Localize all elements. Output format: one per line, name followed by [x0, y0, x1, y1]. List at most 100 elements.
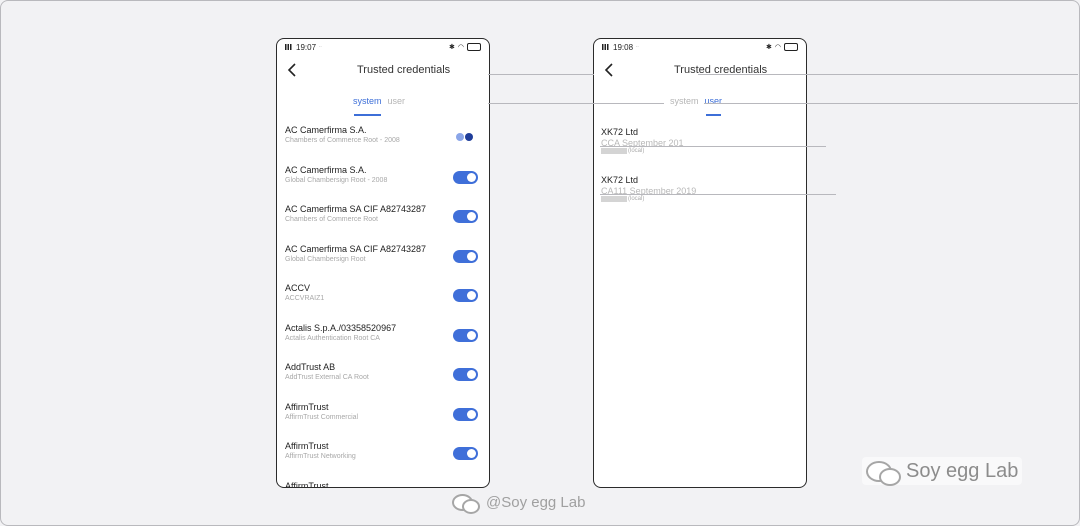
certificate-row[interactable]: AffirmTrust AffirmTrust Networking [285, 441, 481, 481]
certificate-issuer: AC Camerfirma SA CIF A82743287 [285, 243, 427, 254]
redacted-block [601, 196, 627, 202]
certificate-issuer: AC Camerfirma SA CIF A82743287 [285, 204, 427, 214]
toggle-knob [467, 172, 476, 182]
page-title: Trusted credentials [357, 64, 451, 76]
toggle-knob [467, 251, 476, 261]
user-certificate-row[interactable]: XK72 Ltd CCA September 201 (local) [601, 127, 798, 175]
loading-dot-icon [456, 133, 464, 141]
status-bar: 19:07 ·· ✱ ◠ [285, 42, 481, 52]
certificate-issuer: XK72 Ltd [601, 175, 639, 185]
enable-toggle[interactable] [453, 368, 478, 381]
certificate-row[interactable]: Actalis S.p.A./03358520967 Actalis Authen… [285, 323, 481, 363]
certificate-issuer: XK72 Ltd [601, 127, 639, 137]
certificate-issuer: AffirmTrust [285, 480, 329, 488]
certificate-issuer: AffirmTrust [285, 401, 329, 412]
location-label: (local) [628, 148, 645, 154]
certificate-subject: AffirmTrust Networking [285, 453, 356, 460]
toggle-knob [467, 330, 476, 340]
network-speed-icon: ·· [636, 44, 639, 49]
certificate-subject: Global Chambersign Root [285, 255, 366, 263]
guide-line [488, 74, 594, 75]
certificate-location: (local) [601, 196, 798, 202]
enable-toggle[interactable] [453, 486, 478, 487]
certificate-issuer: AC Camerfirma S.A. [285, 164, 367, 175]
tab-user[interactable]: user [705, 96, 722, 116]
tab-system[interactable]: system [353, 96, 382, 116]
tab-user[interactable]: user [388, 96, 406, 112]
certificate-subject: Chambers of Commerce Root - 2008 [285, 137, 400, 144]
certificate-issuer: ACCV [285, 283, 311, 293]
certificate-subject: ACCVRAIZ1 [285, 295, 325, 302]
certificate-location: (local) [601, 148, 798, 154]
certificate-subject: Global Chambersign Root - 2008 [285, 176, 388, 184]
outer-frame [0, 0, 1080, 526]
certificate-list: AC Camerfirma S.A. Chambers of Commerce R… [285, 125, 481, 488]
battery-icon [784, 43, 798, 51]
status-time: 19:07 [296, 42, 317, 52]
guide-line [488, 103, 664, 104]
chevron-left-icon [287, 63, 296, 77]
enable-toggle[interactable] [453, 447, 478, 460]
toggle-knob [467, 291, 476, 300]
wifi-icon: ◠ [457, 44, 464, 51]
back-button[interactable] [604, 63, 618, 79]
certificate-row[interactable]: AffirmTrust [285, 480, 481, 488]
tab-bar: system user [670, 96, 722, 116]
certificate-issuer: AC Camerfirma S.A. [285, 125, 367, 135]
battery-icon [467, 43, 481, 51]
guide-line [698, 74, 1078, 75]
redacted-block [601, 148, 627, 154]
enable-toggle[interactable] [453, 170, 478, 184]
toggle-knob [467, 212, 476, 221]
loading-toggle[interactable] [453, 131, 478, 144]
location-label: (local) [628, 196, 645, 202]
status-bar: 19:08 ·· ✱ ◠ [602, 42, 798, 52]
enable-toggle[interactable] [453, 407, 478, 421]
toggle-knob [467, 409, 476, 419]
left-phone-screen: 19:07 ·· ✱ ◠ Trusted credentials system … [276, 38, 490, 488]
bluetooth-icon: ✱ [766, 44, 772, 51]
wifi-icon: ◠ [774, 44, 781, 51]
wechat-icon [452, 492, 480, 514]
guide-line [600, 194, 836, 195]
network-speed-icon: ·· [319, 44, 322, 49]
certificate-subject: AffirmTrust Commercial [285, 413, 359, 421]
user-certificate-list: XK72 Ltd CCA September 201 (local) XK72 Ltd… [601, 127, 798, 223]
toggle-knob [467, 449, 476, 458]
guide-line [600, 146, 826, 147]
bluetooth-icon: ✱ [449, 44, 455, 51]
enable-toggle[interactable] [453, 289, 478, 302]
chevron-left-icon [604, 63, 613, 77]
enable-toggle[interactable] [453, 210, 478, 223]
toggle-knob [467, 370, 476, 379]
enable-toggle[interactable] [453, 328, 478, 342]
certificate-issuer: AffirmTrust [285, 441, 329, 451]
tab-bar: system user [353, 96, 406, 116]
status-time: 19:08 [613, 42, 634, 52]
watermark-bottom: @Soy egg Lab [452, 492, 586, 514]
certificate-subject: Chambers of Commerce Root [285, 216, 378, 223]
enable-toggle[interactable] [453, 249, 478, 263]
certificate-issuer: Actalis S.p.A./03358520967 [285, 322, 397, 333]
certificate-row[interactable]: AddTrust AB AddTrust External CA Root [285, 362, 481, 402]
watermark-right: Soy egg Lab [862, 457, 1023, 486]
user-certificate-row[interactable]: XK72 Ltd CA111 September 2019 (local) [601, 175, 798, 223]
certificate-row[interactable]: AC Camerfirma S.A. Chambers of Commerce R… [285, 125, 481, 165]
certificate-row[interactable]: AffirmTrust AffirmTrust Commercial [285, 402, 481, 442]
certificate-row[interactable]: AC Camerfirma SA CIF A82743287 Global Cha… [285, 244, 481, 284]
watermark-text: Soy egg Lab [906, 459, 1019, 482]
certificate-row[interactable]: AC Camerfirma S.A. Global Chambersign Roo… [285, 165, 481, 205]
certificate-subject: Actalis Authentication Root CA [285, 334, 380, 342]
certificate-row[interactable]: AC Camerfirma SA CIF A82743287 Chambers o… [285, 204, 481, 244]
back-button[interactable] [287, 63, 301, 79]
tab-system[interactable]: system [670, 96, 699, 112]
wechat-icon [866, 459, 901, 486]
loading-dot-icon [465, 133, 473, 141]
watermark-text: @Soy egg Lab [486, 493, 586, 511]
right-phone-screen: 19:08 ·· ✱ ◠ Trusted credentials system … [593, 38, 807, 488]
signal-icon [285, 44, 293, 50]
certificate-issuer: AddTrust AB [285, 362, 336, 372]
certificate-subject: AddTrust External CA Root [285, 374, 369, 381]
certificate-row[interactable]: ACCV ACCVRAIZ1 [285, 283, 481, 323]
signal-icon [602, 44, 610, 50]
